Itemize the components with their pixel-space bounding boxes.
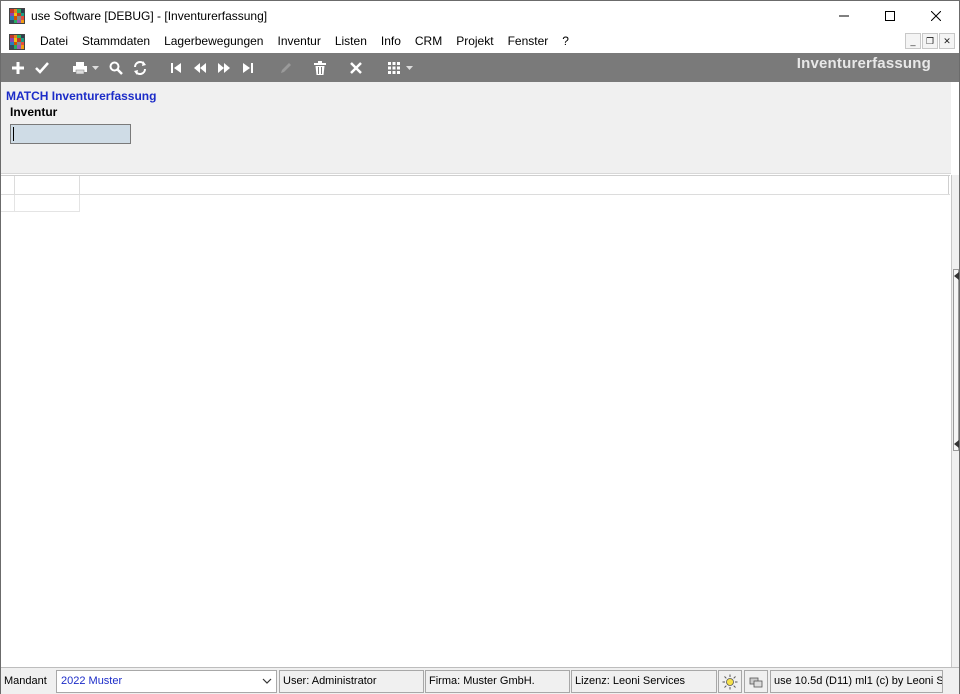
sun-icon xyxy=(722,674,738,689)
refresh-button[interactable] xyxy=(131,59,149,77)
cancel-button[interactable] xyxy=(347,59,365,77)
status-version: use 10.5d (D11) ml1 (c) by Leoni So xyxy=(770,670,943,693)
add-icon xyxy=(12,61,24,74)
menu-fenster[interactable]: Fenster xyxy=(501,31,556,52)
menu-stammdaten[interactable]: Stammdaten xyxy=(75,31,157,52)
print-button[interactable] xyxy=(71,59,89,77)
mdi-close-button[interactable]: ✕ xyxy=(939,33,955,49)
match-title: MATCH Inventurerfassung xyxy=(6,89,157,103)
last-record-icon xyxy=(243,62,253,73)
delete-button[interactable] xyxy=(311,59,329,77)
chevron-down-icon xyxy=(262,671,272,694)
status-lizenz: Lizenz: Leoni Services xyxy=(571,670,717,693)
splitter-handle[interactable] xyxy=(953,269,959,451)
app-logo-icon xyxy=(9,8,25,24)
check-icon xyxy=(35,61,49,74)
search-icon xyxy=(109,61,123,75)
menu-inventur[interactable]: Inventur xyxy=(270,31,327,52)
toolbar: Inventurerfassung xyxy=(1,53,959,82)
print-dropdown[interactable] xyxy=(91,59,99,77)
confirm-button[interactable] xyxy=(33,59,51,77)
refresh-icon xyxy=(134,60,146,75)
close-icon xyxy=(931,11,941,21)
status-sun-button[interactable] xyxy=(718,670,742,693)
inventur-input[interactable] xyxy=(10,124,131,144)
chevron-left-icon xyxy=(954,272,959,280)
first-record-button[interactable] xyxy=(167,59,185,77)
next-record-icon xyxy=(218,62,230,73)
mdi-controls: _ ❐ ✕ xyxy=(905,33,955,49)
grid-header xyxy=(1,175,950,195)
mandant-label: Mandant xyxy=(4,675,47,687)
first-record-icon xyxy=(171,62,181,73)
inventur-label: Inventur xyxy=(10,105,58,119)
menu-bar: Datei Stammdaten Lagerbewegungen Inventu… xyxy=(1,31,959,52)
last-record-button[interactable] xyxy=(239,59,257,77)
menu-listen[interactable]: Listen xyxy=(328,31,374,52)
menu-crm[interactable]: CRM xyxy=(408,31,449,52)
mandant-select[interactable]: 2022 Muster xyxy=(56,670,277,693)
previous-record-icon xyxy=(194,62,206,73)
grid-column-header[interactable] xyxy=(80,176,949,194)
menu-info[interactable]: Info xyxy=(374,31,408,52)
text-caret xyxy=(13,127,14,141)
previous-record-button[interactable] xyxy=(191,59,209,77)
window-controls xyxy=(821,1,959,31)
menu-projekt[interactable]: Projekt xyxy=(449,31,500,52)
chevron-down-icon xyxy=(91,65,99,70)
cancel-icon xyxy=(350,61,362,74)
title-bar: use Software [DEBUG] - [Inventurerfassun… xyxy=(1,1,959,31)
grid-icon xyxy=(388,61,400,74)
minimize-icon xyxy=(839,15,849,17)
grid-view-dropdown[interactable] xyxy=(405,59,413,77)
grid-column-header[interactable] xyxy=(15,176,80,194)
menu-lagerbewegungen[interactable]: Lagerbewegungen xyxy=(157,31,270,52)
window-title: use Software [DEBUG] - [Inventurerfassun… xyxy=(31,9,268,23)
status-firma: Firma: Muster GmbH. xyxy=(425,670,570,693)
network-icon xyxy=(749,677,763,687)
chevron-down-icon xyxy=(405,65,413,70)
mdi-restore-button[interactable]: ❐ xyxy=(922,33,938,49)
edit-button[interactable] xyxy=(277,59,295,77)
status-bar: Mandant 2022 Muster User: Administrator … xyxy=(1,667,959,694)
status-network-button[interactable] xyxy=(744,670,768,693)
next-record-button[interactable] xyxy=(215,59,233,77)
table-cell[interactable] xyxy=(15,195,80,211)
grid-view-button[interactable] xyxy=(385,59,403,77)
maximize-button[interactable] xyxy=(867,1,913,31)
table-row[interactable] xyxy=(1,195,80,212)
add-button[interactable] xyxy=(9,59,27,77)
mdi-app-icon[interactable] xyxy=(9,33,25,50)
minimize-button[interactable] xyxy=(821,1,867,31)
data-grid[interactable] xyxy=(1,175,951,667)
side-panel-splitter[interactable] xyxy=(951,175,959,667)
status-user: User: Administrator xyxy=(279,670,424,693)
print-icon xyxy=(73,61,87,74)
maximize-icon xyxy=(885,11,895,21)
toolbar-title: Inventurerfassung xyxy=(796,55,931,72)
mandant-value: 2022 Muster xyxy=(61,675,123,687)
search-button[interactable] xyxy=(107,59,125,77)
delete-icon xyxy=(314,60,326,75)
app-window: use Software [DEBUG] - [Inventurerfassun… xyxy=(0,0,960,694)
chevron-left-icon xyxy=(954,440,959,448)
menu-help[interactable]: ? xyxy=(555,31,576,52)
match-panel: MATCH Inventurerfassung Inventur xyxy=(1,82,951,174)
close-button[interactable] xyxy=(913,1,959,31)
edit-icon xyxy=(281,62,291,73)
row-indicator-cell xyxy=(1,195,15,211)
mdi-minimize-button[interactable]: _ xyxy=(905,33,921,49)
menu-datei[interactable]: Datei xyxy=(33,31,75,52)
grid-indicator-header xyxy=(1,176,15,194)
